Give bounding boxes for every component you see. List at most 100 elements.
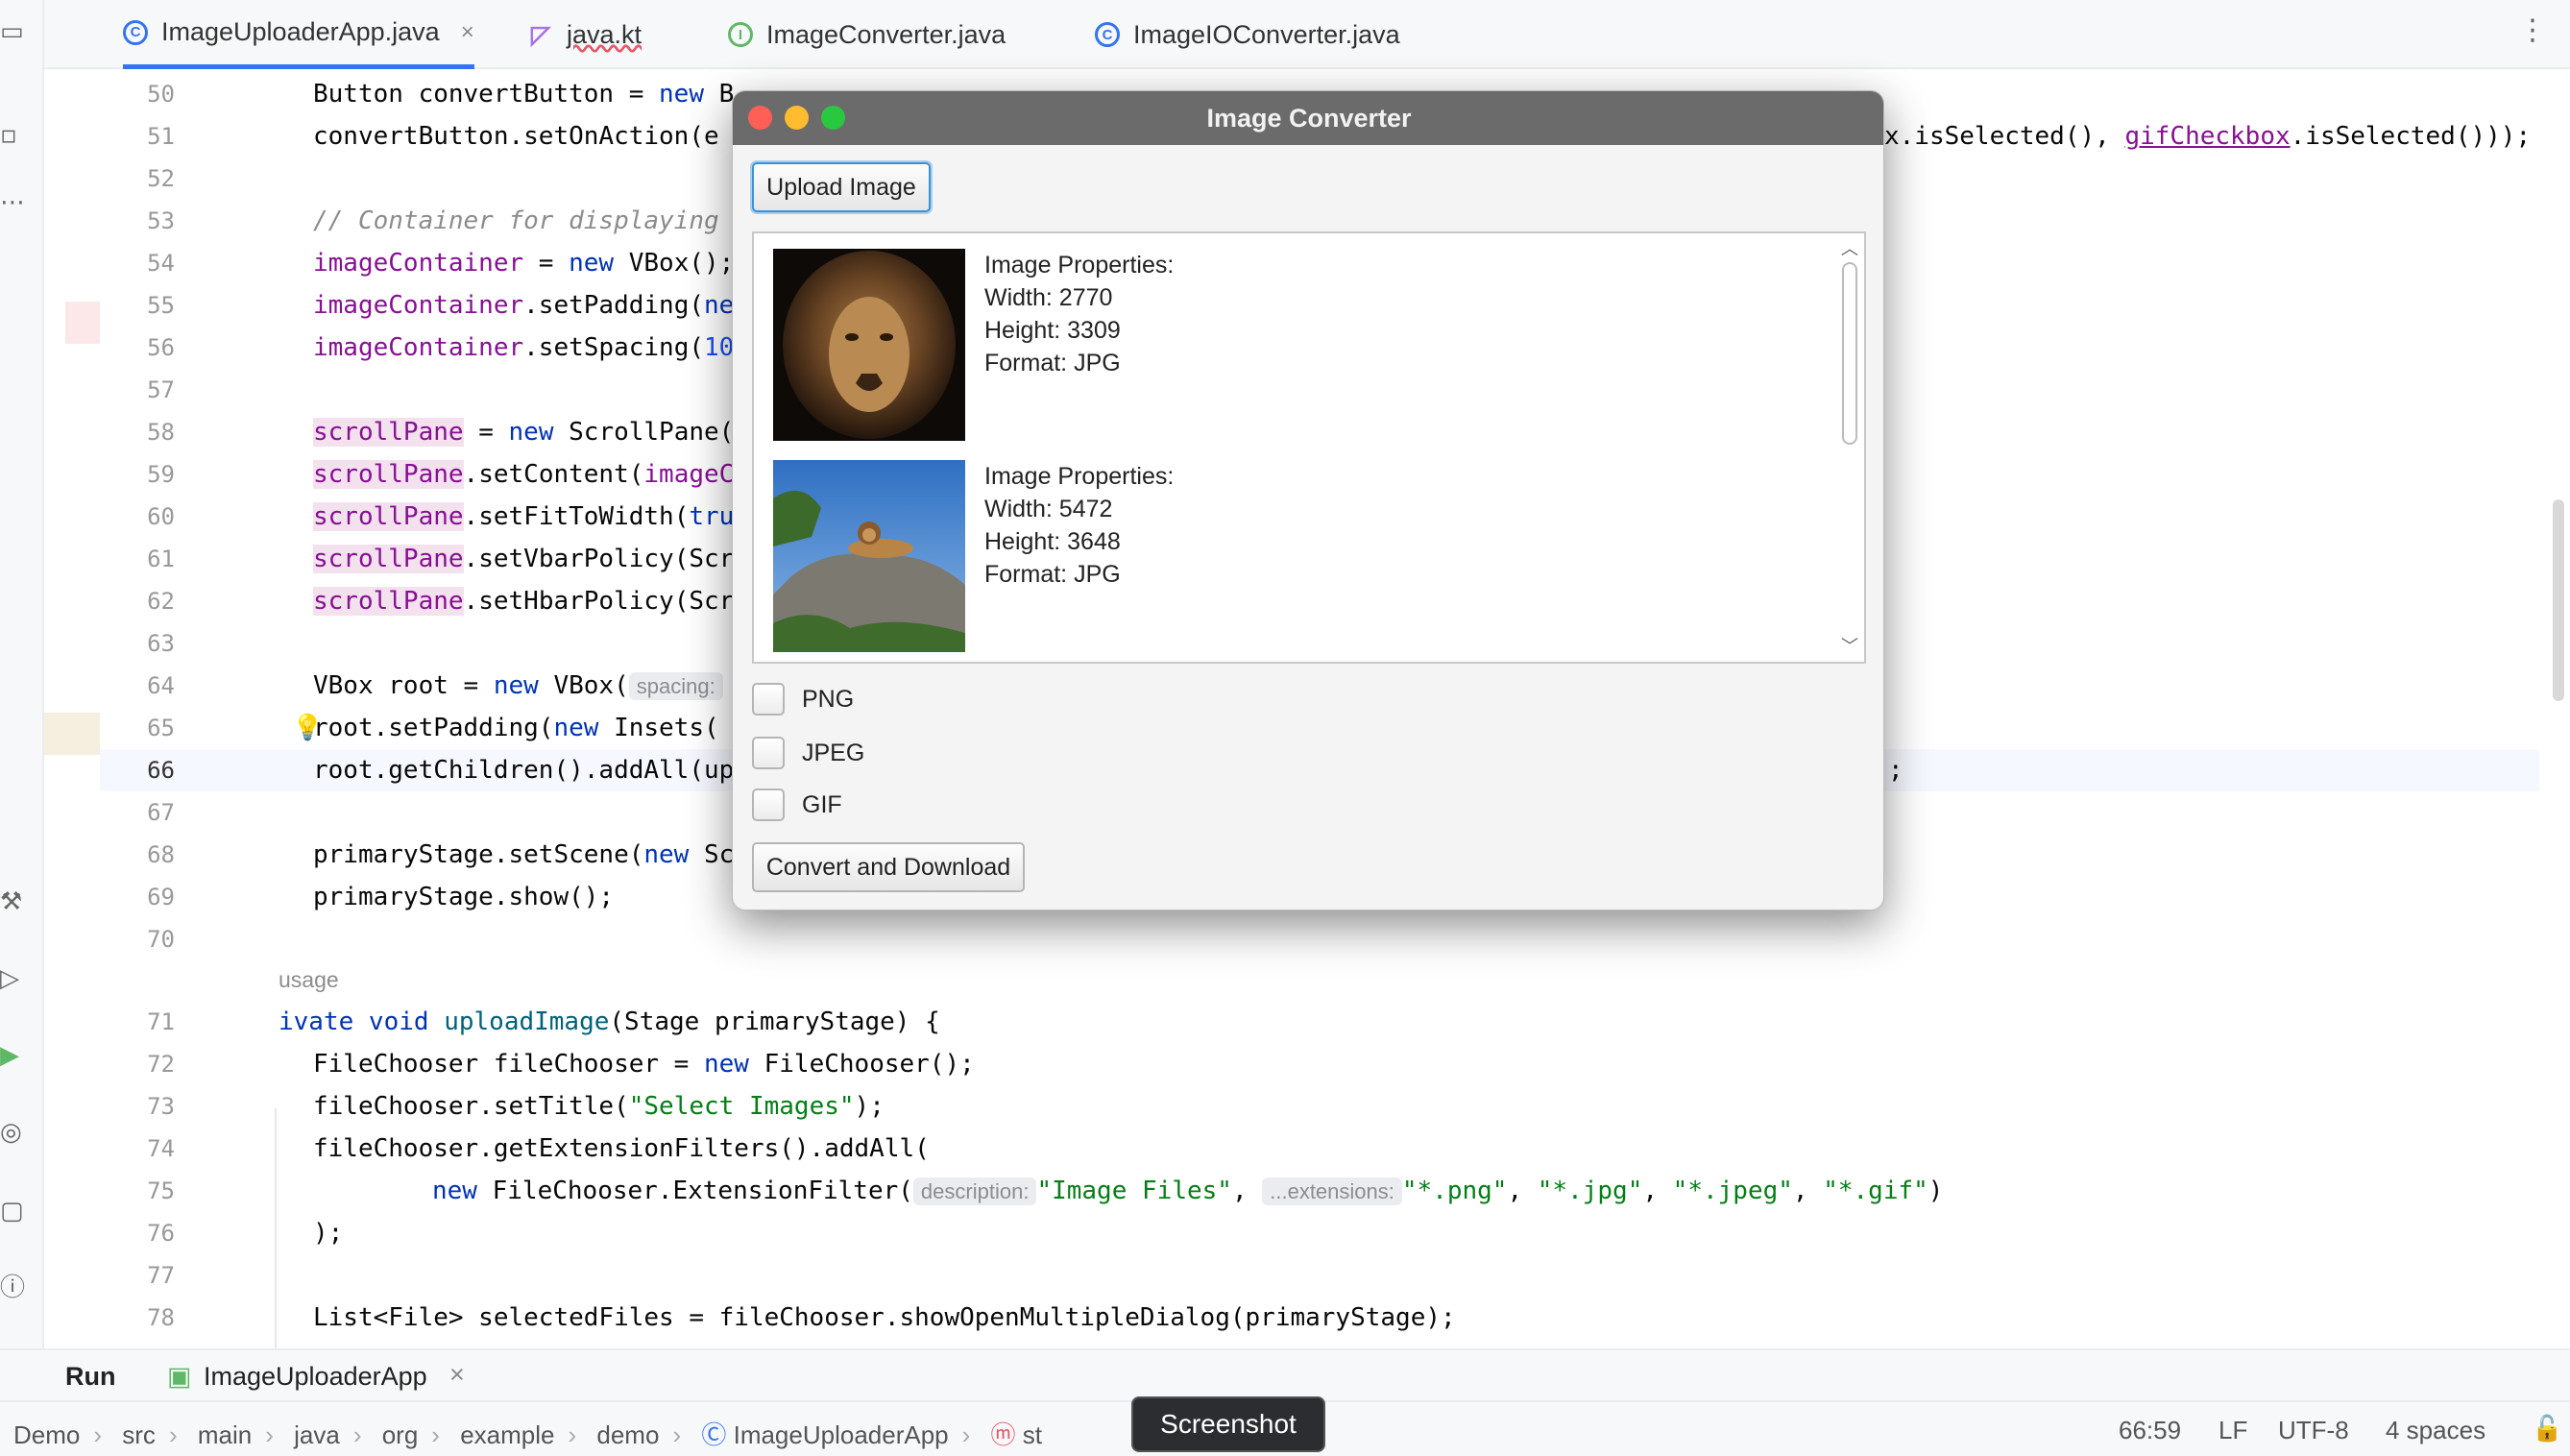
terminal-icon[interactable]: ◎ — [0, 1118, 23, 1147]
problems-alert-icon[interactable]: ⓘ — [0, 1274, 25, 1302]
run-tool-window-bar: Run ▣ ImageUploaderApp × — [0, 1348, 2570, 1400]
screenshot-tooltip: Screenshot — [1131, 1396, 1325, 1452]
services-icon[interactable]: ▷ — [0, 964, 23, 993]
image-converter-window: Image Converter Upload Image Image Prope… — [732, 90, 1884, 910]
scrollbar-thumb[interactable] — [1842, 262, 1857, 445]
breadcrumb-item[interactable]: Demo — [13, 1420, 80, 1449]
checkbox-label: JPEG — [802, 739, 865, 766]
left-tool-strip: ▭ ▫ ⋯ ⚒ ▷ ▶ ◎ ▢ ⓘ ⑂ — [0, 0, 44, 1456]
line-separator[interactable]: LF — [2218, 1416, 2247, 1445]
tab-label: java.kt — [567, 19, 642, 49]
tab-imageioconverter[interactable]: C ImageIOConverter.java — [1095, 0, 1400, 69]
properties-header: Image Properties: — [984, 463, 1175, 490]
structure-icon[interactable]: ▫ — [0, 121, 23, 150]
intention-marker — [44, 713, 100, 755]
editor-tab-bar: C ImageUploaderApp.java × ◸ java.kt I Im… — [0, 0, 2570, 69]
class-icon: Ⓒ — [701, 1420, 727, 1449]
indent-setting[interactable]: 4 spaces — [2386, 1416, 2485, 1445]
scroll-down-icon[interactable]: ﹀ — [1841, 633, 1858, 658]
image-entry: Image Properties: Width: 5472 Height: 36… — [773, 460, 1541, 652]
image-height: Height: 3309 — [984, 317, 1121, 344]
breadcrumb-item[interactable]: demo — [596, 1420, 659, 1449]
code-line: 71 ivate void uploadImage(Stage primarySt… — [147, 1007, 940, 1036]
checkbox-box[interactable] — [752, 789, 785, 821]
method-icon: ⓜ — [990, 1420, 1016, 1449]
properties-header: Image Properties: — [984, 252, 1175, 279]
usage-hint[interactable]: usage — [100, 960, 2539, 999]
problems-icon[interactable]: ▢ — [0, 1197, 24, 1225]
checkbox-box[interactable] — [752, 737, 785, 769]
checkbox-label: PNG — [802, 685, 855, 713]
breadcrumb-item[interactable]: java — [294, 1420, 340, 1449]
image-properties: Image Properties: Width: 5472 Height: 36… — [984, 460, 1174, 591]
editor-scrollbar[interactable] — [2553, 499, 2564, 701]
class-icon: C — [123, 19, 148, 45]
image-format: Format: JPG — [984, 561, 1121, 588]
param-hint: spacing: — [628, 672, 723, 700]
png-checkbox[interactable]: PNG — [752, 683, 854, 716]
image-properties: Image Properties: Width: 2770 Height: 33… — [984, 249, 1174, 379]
breakpoint-marker — [65, 302, 100, 344]
breadcrumb-item[interactable]: src — [122, 1420, 156, 1449]
minimize-window-button[interactable] — [785, 106, 809, 130]
breadcrumb-item[interactable]: ImageUploaderApp — [734, 1420, 949, 1449]
tab-label: ImageUploaderApp.java — [161, 17, 440, 46]
code-line: 76); — [147, 1219, 344, 1248]
breadcrumb-item[interactable]: example — [460, 1420, 554, 1449]
window-title: Image Converter — [1206, 103, 1412, 133]
image-height: Height: 3648 — [984, 528, 1121, 555]
lock-icon[interactable]: 🔓 — [2532, 1414, 2562, 1444]
gif-checkbox[interactable]: GIF — [752, 789, 842, 821]
build-icon[interactable]: ⚒ — [0, 887, 23, 916]
window-titlebar[interactable]: Image Converter — [733, 91, 1883, 145]
code-line: 70⌄ — [147, 926, 175, 953]
close-icon[interactable]: × — [449, 1360, 465, 1390]
class-icon: C — [1095, 22, 1120, 47]
code-line: 72 FileChooser fileChooser = new FileChoo… — [147, 1050, 975, 1079]
more-options-icon[interactable]: ⋮ — [2518, 13, 2547, 47]
run-config-tab[interactable]: ImageUploaderApp — [204, 1362, 427, 1392]
zoom-window-button[interactable] — [821, 106, 845, 130]
run-tab[interactable]: Run — [65, 1362, 115, 1392]
code-line: 77 — [147, 1262, 175, 1289]
checkbox-box[interactable] — [752, 683, 785, 716]
breadcrumb-item[interactable]: main — [198, 1420, 252, 1449]
tab-label: ImageIOConverter.java — [1133, 19, 1400, 49]
image-width: Width: 5472 — [984, 496, 1113, 522]
image-entry: Image Properties: Width: 2770 Height: 33… — [773, 249, 1541, 441]
lion-on-rock-thumbnail — [773, 460, 965, 652]
code-line: 73 fileChooser.setTitle("Select Images"); — [147, 1092, 885, 1121]
kotlin-icon: ◸ — [531, 19, 550, 49]
tab-java-kt[interactable]: ◸ java.kt — [528, 0, 642, 69]
image-format: Format: JPG — [984, 350, 1121, 376]
vertical-scrollbar[interactable]: ︿ ﹀ — [1839, 235, 1860, 658]
breadcrumb-item[interactable]: org — [382, 1420, 419, 1449]
run-icon[interactable]: ▶ — [0, 1041, 23, 1070]
jpeg-checkbox[interactable]: JPEG — [752, 737, 864, 769]
close-icon[interactable]: × — [461, 19, 474, 46]
lion-portrait-thumbnail — [773, 249, 965, 441]
caret-position[interactable]: 66:59 — [2119, 1416, 2181, 1445]
param-hint: description: — [912, 1177, 1037, 1205]
code-line: 74 fileChooser.getExtensionFilters().addA… — [147, 1134, 930, 1163]
tab-label: ImageConverter.java — [766, 19, 1006, 49]
image-list-scrollpane[interactable]: Image Properties: Width: 2770 Height: 33… — [752, 231, 1866, 664]
breadcrumb: Demo › src › main › java › org › example › dem… — [13, 1420, 1043, 1449]
tab-imageuploaderapp[interactable]: C ImageUploaderApp.java × — [123, 0, 474, 69]
close-window-button[interactable] — [748, 106, 772, 130]
more-tools-icon[interactable]: ⋯ — [0, 188, 25, 217]
code-line: 78 List<File> selectedFiles = fileChooser… — [147, 1303, 1456, 1332]
indent-guide — [275, 1108, 277, 1348]
convert-and-download-button[interactable]: Convert and Download — [752, 842, 1025, 892]
param-hint: ...extensions: — [1262, 1177, 1402, 1205]
tab-imageconverter[interactable]: I ImageConverter.java — [728, 0, 1006, 69]
project-icon[interactable]: ▭ — [0, 17, 24, 46]
breadcrumb-item[interactable]: st — [1023, 1420, 1042, 1449]
code-line: 75 new FileChooser.ExtensionFilter(descri… — [147, 1177, 1944, 1205]
upload-image-button[interactable]: Upload Image — [752, 162, 931, 212]
scroll-up-icon[interactable]: ︿ — [1841, 235, 1858, 260]
app-config-icon: ▣ — [167, 1362, 192, 1391]
file-encoding[interactable]: UTF-8 — [2278, 1416, 2349, 1445]
image-width: Width: 2770 — [984, 284, 1113, 311]
checkbox-label: GIF — [802, 790, 842, 818]
